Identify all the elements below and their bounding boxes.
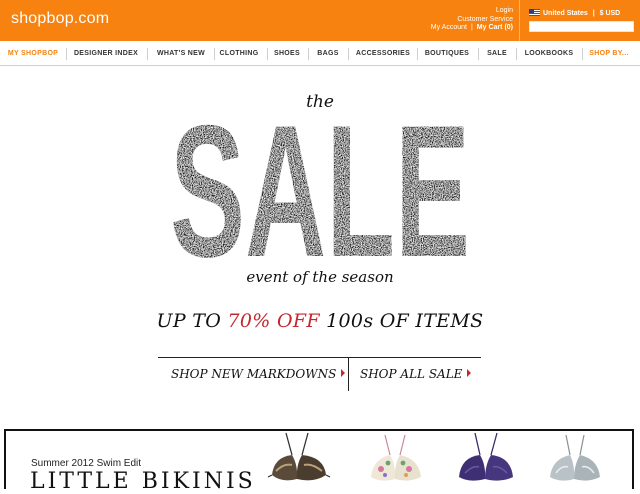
bikini-top-silver-image[interactable] — [540, 431, 610, 483]
currency-label: $ USD — [599, 10, 621, 17]
locale-selector[interactable]: United States | $ USD — [529, 9, 620, 17]
promo-suffix: 100s OF ITEMS — [319, 310, 484, 332]
nav-divider — [582, 48, 583, 60]
nav-bags[interactable]: BAGS — [312, 43, 344, 64]
nav-designer-index[interactable]: DESIGNER INDEX — [70, 43, 142, 64]
nav-boutiques[interactable]: BOUTIQUES — [421, 43, 473, 64]
nav-clothing[interactable]: CLOTHING — [218, 43, 260, 64]
cart-count: (0) — [504, 24, 513, 31]
my-cart-link[interactable]: My Cart (0) — [477, 24, 513, 31]
nav-accessories[interactable]: ACCESSORIES — [353, 43, 413, 64]
my-account-link[interactable]: My Account — [431, 24, 467, 31]
nav-divider — [308, 48, 309, 60]
shop-all-sale-label: SHOP ALL SALE — [360, 367, 463, 381]
nav-lookbooks[interactable]: LOOKBOOKS — [520, 43, 578, 64]
nav-divider — [417, 48, 418, 60]
country-label: United States — [543, 10, 588, 17]
nav-sale[interactable]: SALE — [482, 43, 512, 64]
promo-prefix: UP TO — [156, 310, 228, 332]
nav-whats-new[interactable]: WHAT'S NEW — [151, 43, 211, 64]
nav-my-shopbop[interactable]: MY SHOPBOP — [4, 43, 62, 64]
shop-new-markdowns-label: SHOP NEW MARKDOWNS — [171, 367, 337, 381]
header-divider — [519, 0, 520, 41]
search-input[interactable] — [529, 21, 634, 32]
customer-service-link[interactable]: Customer Service — [457, 16, 513, 23]
separator: | — [470, 24, 473, 31]
login-link[interactable]: Login — [496, 7, 513, 14]
arrow-right-icon — [341, 369, 346, 377]
hero-the: the — [306, 92, 334, 112]
banner-title: LITTLE BIKINIS — [30, 469, 256, 494]
nav-divider — [478, 48, 479, 60]
nav-divider — [147, 48, 148, 60]
cta-divider — [348, 358, 349, 391]
nav-divider — [267, 48, 268, 60]
nav-shoes[interactable]: SHOES — [271, 43, 303, 64]
logo[interactable]: shopbop.com — [11, 10, 109, 28]
nav-divider — [516, 48, 517, 60]
bikini-top-floral-image[interactable] — [361, 431, 431, 483]
shop-new-markdowns-link[interactable]: SHOP NEW MARKDOWNS — [171, 367, 346, 381]
swim-banner[interactable]: Summer 2012 Swim Edit LITTLE BIKINIS — [4, 429, 634, 494]
bikini-top-snakeskin-image[interactable] — [264, 431, 334, 483]
shop-all-sale-link[interactable]: SHOP ALL SALE — [360, 367, 472, 381]
site-header: shopbop.com Login Customer Service My Ac… — [0, 0, 640, 41]
hero-promo: UP TO 70% OFF 100s OF ITEMS — [0, 310, 640, 332]
nav-divider — [348, 48, 349, 60]
hero-sale-headline[interactable]: SALE — [168, 112, 472, 260]
nav-divider — [66, 48, 67, 60]
hero-subtitle: event of the season — [246, 268, 394, 286]
account-links: Login Customer Service My Account | My Car… — [431, 7, 513, 33]
nav-shop-by[interactable]: SHOP BY... — [586, 43, 632, 64]
my-cart-label: My Cart — [476, 24, 503, 31]
arrow-right-icon — [467, 369, 472, 377]
main-nav: MY SHOPBOP DESIGNER INDEX WHAT'S NEW CLO… — [0, 43, 640, 66]
promo-highlight: 70% OFF — [227, 310, 320, 332]
cta-row: SHOP NEW MARKDOWNS SHOP ALL SALE — [158, 357, 481, 391]
nav-divider — [214, 48, 215, 60]
banner-subtitle: Summer 2012 Swim Edit — [31, 458, 142, 469]
hero-sale-text: SALE — [170, 112, 470, 260]
locale-separator: | — [592, 10, 595, 17]
us-flag-icon — [529, 9, 540, 16]
bikini-top-purple-image[interactable] — [451, 431, 521, 483]
